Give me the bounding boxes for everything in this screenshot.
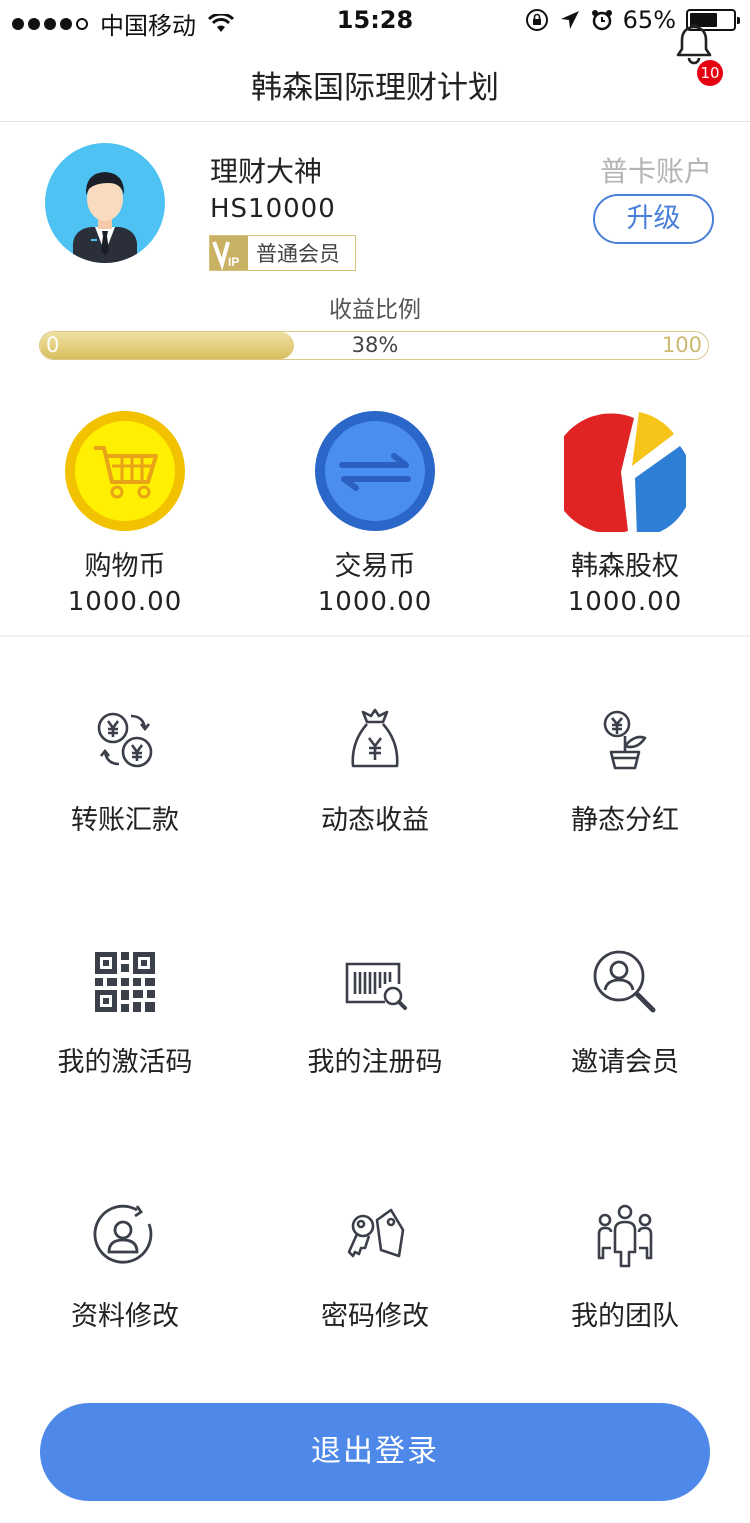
- money-bag-icon: [351, 708, 399, 768]
- menu-label: 我的团队: [571, 1301, 679, 1332]
- account-type: 普卡账户: [599, 155, 712, 188]
- member-level-badge: IP 普通会员: [209, 235, 356, 271]
- svg-text:IP: IP: [228, 255, 239, 269]
- businessman-avatar-icon: [73, 172, 137, 263]
- money-plant-icon: [603, 710, 647, 770]
- menu-static-dividend[interactable]: 静态分红: [500, 706, 750, 837]
- vip-icon: IP: [210, 236, 248, 271]
- wallet-name: 韩森股权: [571, 551, 679, 582]
- barcode-search-icon: [345, 962, 407, 1010]
- search-user-icon: [593, 950, 656, 1013]
- wallet-shopping-coin[interactable]: 购物币 1000.00: [0, 410, 250, 617]
- shopping-cart-icon: [65, 411, 185, 531]
- wallet-amount: 1000.00: [317, 587, 433, 617]
- wallet-name: 交易币: [334, 551, 416, 582]
- section-divider: [0, 635, 750, 637]
- menu-label: 密码修改: [321, 1301, 429, 1332]
- currency-exchange-icon: [97, 712, 153, 768]
- menu-label: 邀请会员: [571, 1047, 679, 1078]
- wallet-amount: 1000.00: [67, 587, 183, 617]
- menu-dynamic-earnings[interactable]: 动态收益: [250, 706, 500, 837]
- qr-code-icon: [95, 952, 155, 1012]
- user-id: HS10000: [210, 194, 336, 224]
- notification-badge: 10: [697, 60, 723, 86]
- pie-chart-icon: [551, 412, 693, 537]
- navigation-bar: 韩森国际理财计划: [0, 40, 750, 122]
- progress-max-label: 100: [661, 333, 702, 357]
- menu-change-password[interactable]: 密码修改: [250, 1202, 500, 1333]
- wallet-equity[interactable]: 韩森股权 1000.00: [500, 410, 750, 617]
- menu-label: 我的激活码: [57, 1047, 193, 1078]
- location-arrow-icon: [560, 11, 579, 29]
- alarm-icon: [591, 10, 612, 31]
- team-icon: [597, 1204, 653, 1268]
- status-bar: 中国移动 15:28 65%: [0, 0, 750, 40]
- earnings-ratio-title: 收益比例: [329, 297, 421, 323]
- menu-invite-member[interactable]: 邀请会员: [500, 948, 750, 1079]
- user-refresh-icon: [93, 1204, 153, 1264]
- menu-transfer[interactable]: 转账汇款: [0, 706, 250, 837]
- menu-label: 我的注册码: [307, 1047, 443, 1078]
- menu-label: 动态收益: [321, 805, 429, 836]
- progress-value-label: 38%: [351, 333, 399, 357]
- menu-activation-code[interactable]: 我的激活码: [0, 948, 250, 1079]
- menu-label: 静态分红: [571, 805, 679, 836]
- wallet-amount: 1000.00: [567, 587, 683, 617]
- upgrade-button[interactable]: 升级: [593, 194, 714, 244]
- user-name: 理财大神: [210, 155, 323, 188]
- logout-button[interactable]: 退出登录: [40, 1403, 710, 1501]
- exchange-arrows-icon: [315, 411, 435, 531]
- menu-registration-code[interactable]: 我的注册码: [250, 948, 500, 1079]
- wallet-trade-coin[interactable]: 交易币 1000.00: [250, 410, 500, 617]
- menu-edit-profile[interactable]: 资料修改: [0, 1202, 250, 1333]
- rotation-lock-icon: [525, 9, 548, 31]
- wallet-name: 购物币: [84, 551, 166, 582]
- menu-label: 转账汇款: [71, 805, 179, 836]
- page-title: 韩森国际理财计划: [251, 70, 499, 106]
- member-level-label: 普通会员: [256, 242, 340, 266]
- menu-my-team[interactable]: 我的团队: [500, 1202, 750, 1333]
- menu-label: 资料修改: [71, 1301, 179, 1332]
- avatar[interactable]: [45, 143, 165, 263]
- battery-percent: 65%: [622, 6, 676, 34]
- key-tag-icon: [347, 1208, 405, 1258]
